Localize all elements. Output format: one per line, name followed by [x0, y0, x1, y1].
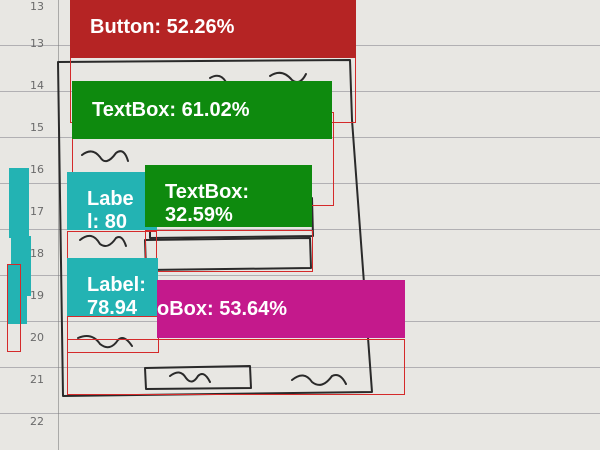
detection-box-label	[7, 264, 21, 352]
detection-label-label: Labe l: 80	[67, 172, 157, 230]
detection-label-combobox: oBox: 53.64%	[157, 280, 405, 338]
detection-label-button: Button: 52.26%	[70, 0, 356, 58]
detection-label-label: Label: 78.94	[67, 258, 158, 316]
detection-label-textbox: TextBox: 32.59%	[145, 165, 312, 227]
detection-box-textbox	[145, 230, 313, 272]
detection-label-label: L a	[9, 168, 29, 238]
detection-label-textbox: TextBox: 61.02%	[72, 81, 332, 139]
detection-box-combobox	[67, 339, 405, 395]
